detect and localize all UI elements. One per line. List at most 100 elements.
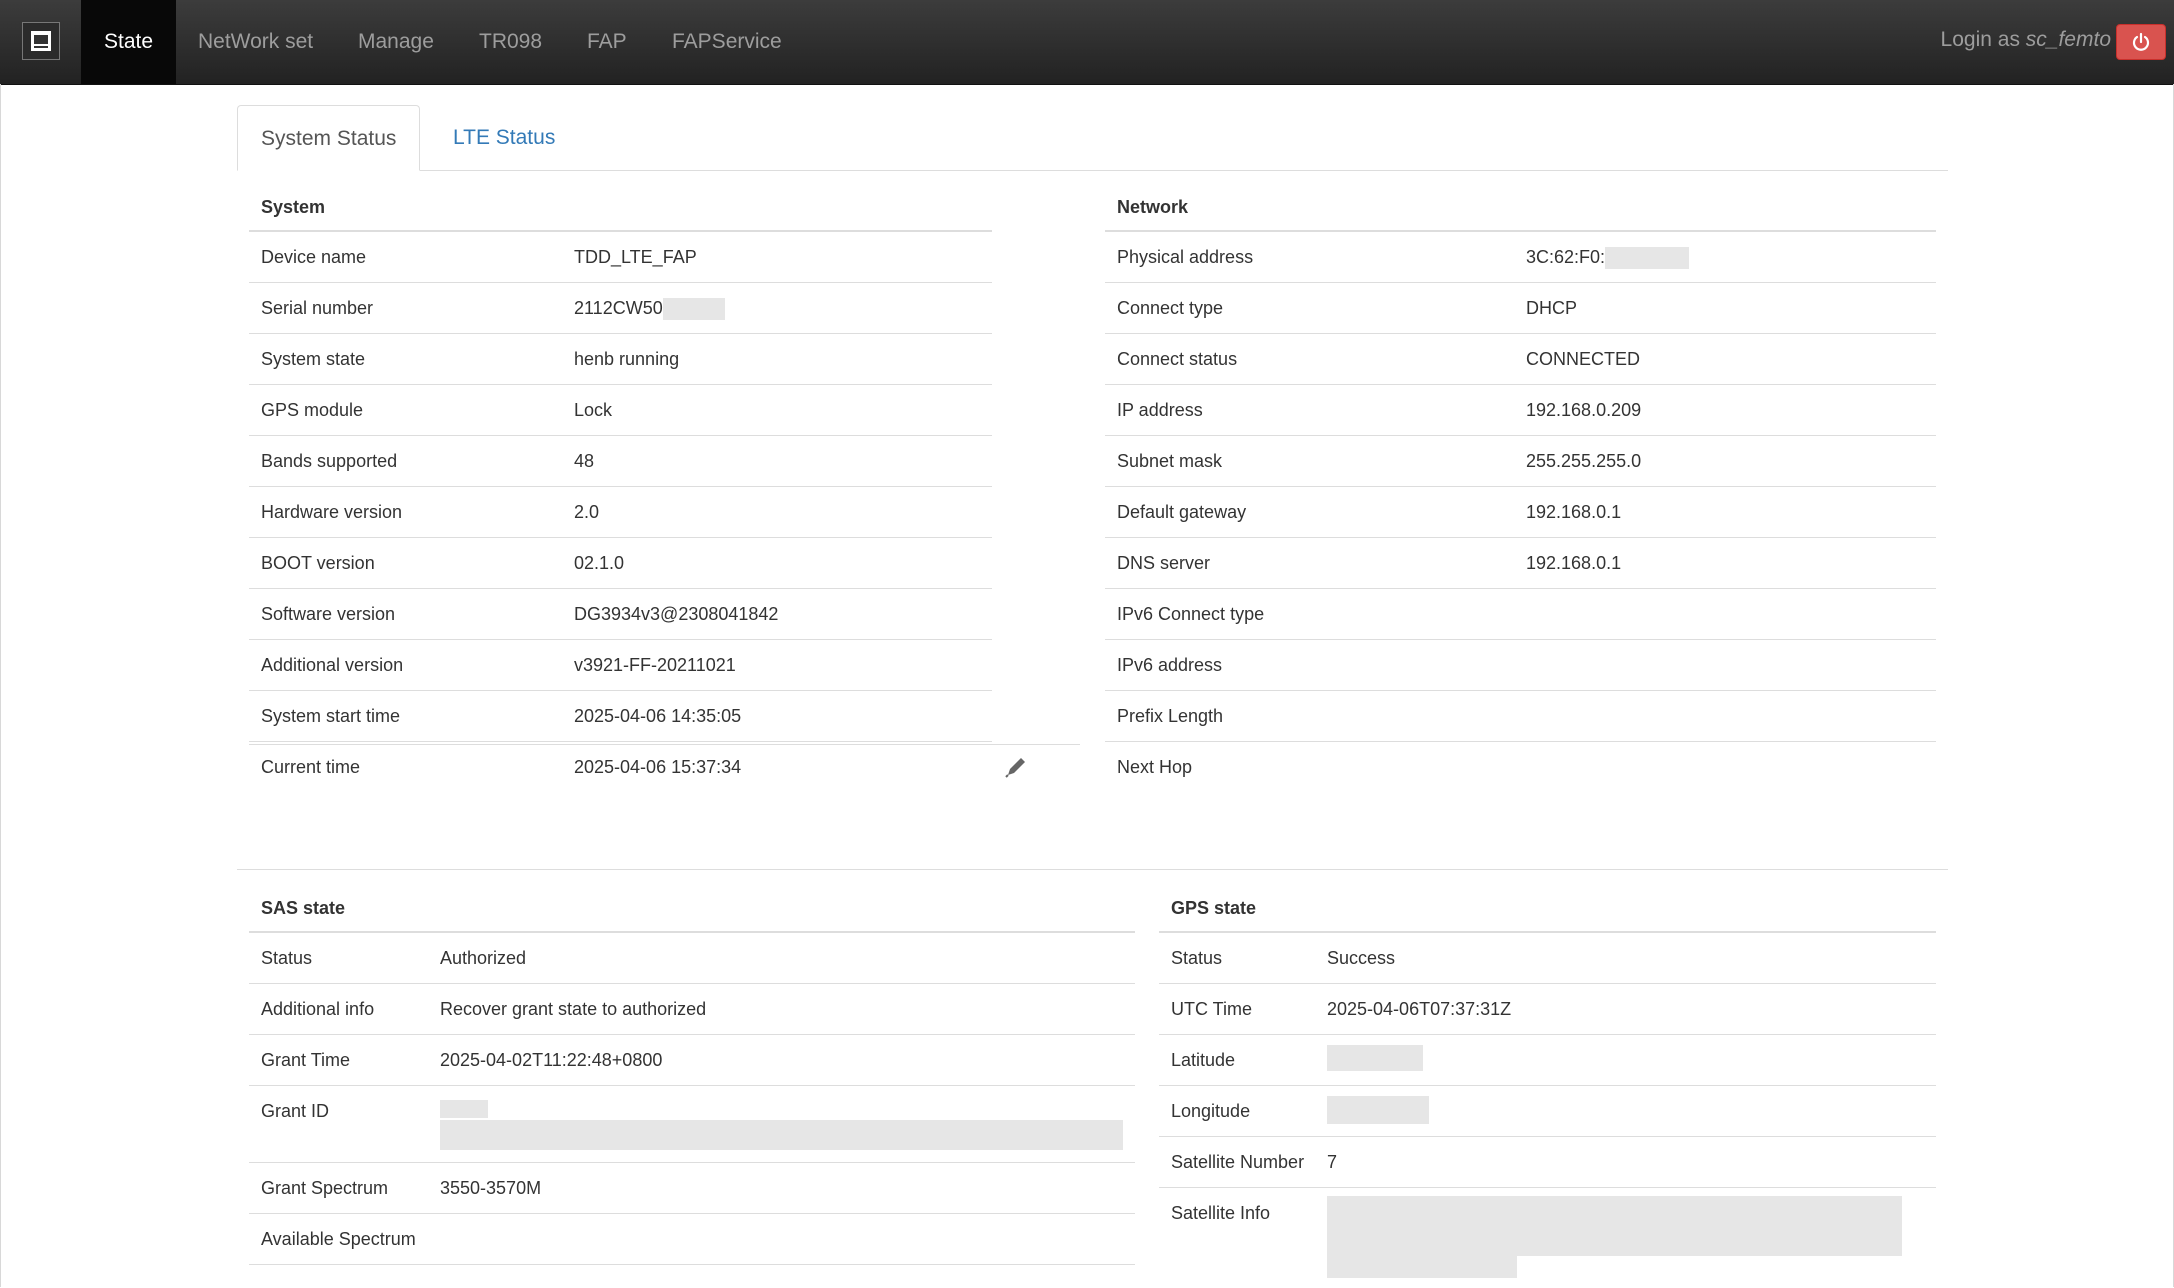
tab-system-status[interactable]: System Status [237, 105, 421, 171]
top-navbar: State NetWork set Manage TR098 FAP FAPSe… [0, 0, 2174, 85]
row-key: Available Spectrum [261, 1229, 416, 1249]
table-row: GPS module Lock [249, 385, 992, 436]
row-key: GPS module [261, 400, 364, 420]
table-row: Connect status CONNECTED [1105, 334, 1936, 385]
redacted-mask [1605, 247, 1690, 270]
row-key: Software version [261, 604, 396, 624]
row-value: CONNECTED [1526, 349, 1641, 369]
row-key: Grant Spectrum [261, 1178, 389, 1198]
row-key: Device name [261, 247, 367, 267]
table-row: Prefix Length [1105, 691, 1936, 742]
pencil-icon[interactable] [1002, 753, 1030, 781]
nav-fap[interactable]: FAP [564, 0, 650, 84]
table-row: Current time 2025-04-06 15:37:34 [249, 742, 1025, 793]
row-value: v3921-FF-20211021 [574, 655, 736, 675]
row-key: Physical address [1117, 247, 1254, 267]
row-key: Additional version [261, 655, 404, 675]
table-row: BOOT version 02.1.0 [249, 538, 992, 589]
table-row: Status Success [1159, 933, 1936, 984]
row-value: Success [1327, 948, 1396, 968]
table-row: Latitude [1159, 1035, 1936, 1086]
redacted-mask [1327, 1096, 1429, 1124]
table-row: Satellite Number 7 [1159, 1137, 1936, 1188]
row-key: Next Hop [1117, 757, 1193, 777]
nav-manage[interactable]: Manage [335, 0, 457, 84]
power-icon [2132, 32, 2150, 51]
page-edge-left [0, 84, 1, 1287]
table-row: Grant Time 2025-04-02T11:22:48+0800 [249, 1035, 1135, 1086]
table-row: Connect type DHCP [1105, 283, 1936, 334]
redacted-mask [440, 1100, 488, 1118]
redacted-mask [1327, 1045, 1423, 1071]
system-table-title: System [249, 182, 992, 232]
gps-state-table: GPS state Status Success UTC Time 2025-04-… [1159, 883, 1936, 1288]
login-username: sc_femto [2025, 28, 2111, 51]
table-row: Additional version v3921-FF-20211021 [249, 640, 992, 691]
row-value: 2025-04-02T11:22:48+0800 [440, 1050, 663, 1070]
row-key: Current time [261, 757, 361, 777]
row-key: DNS server [1117, 553, 1211, 573]
table-row: Subnet mask 255.255.255.0 [1105, 436, 1936, 487]
row-key: System start time [261, 706, 401, 726]
redacted-mask [440, 1120, 1123, 1150]
section-divider [237, 869, 1948, 870]
row-key: Grant ID [261, 1101, 330, 1121]
table-row: Hardware version 2.0 [249, 487, 992, 538]
row-key: Status [1171, 948, 1223, 968]
nav-state[interactable]: State [81, 0, 177, 84]
row-value: 2025-04-06T07:37:31Z [1327, 999, 1512, 1019]
table-row: IP address 192.168.0.209 [1105, 385, 1936, 436]
mac-address-text: 3C:62:F0: [1526, 247, 1606, 267]
row-value: TDD_LTE_FAP [574, 247, 697, 267]
row-value: 2025-04-06 15:37:34 [574, 757, 742, 777]
row-key: System state [261, 349, 366, 369]
row-key: BOOT version [261, 553, 375, 573]
table-row: Physical address 3C:62:F0: [1105, 232, 1936, 283]
network-table: Network Physical address 3C:62:F0: Connec… [1105, 182, 1936, 793]
network-table-title: Network [1105, 182, 1936, 232]
row-key: Longitude [1171, 1101, 1251, 1121]
table-row: Grant Spectrum 3550-3570M [249, 1163, 1135, 1214]
row-value: DG3934v3@2308041842 [574, 604, 779, 624]
table-row: Next Hop [1105, 742, 1936, 793]
status-tabs: System Status LTE Status [237, 105, 1948, 171]
table-row: Default gateway 192.168.0.1 [1105, 487, 1936, 538]
row-value: 192.168.0.1 [1526, 502, 1622, 522]
redacted-mask [1327, 1256, 1517, 1278]
table-row: Software version DG3934v3@2308041842 [249, 589, 992, 640]
row-value: Authorized [440, 948, 527, 968]
row-key: IPv6 Connect type [1117, 604, 1265, 624]
row-key: Default gateway [1117, 502, 1247, 522]
row-value: 255.255.255.0 [1526, 451, 1642, 471]
table-row: Satellite Info [1159, 1188, 1936, 1288]
row-key: IP address [1117, 400, 1203, 420]
table-row: Serial number 2112CW50 [249, 283, 992, 334]
row-key: UTC Time [1171, 999, 1252, 1019]
table-row: Device name TDD_LTE_FAP [249, 232, 992, 283]
gps-table-title: GPS state [1159, 883, 1936, 933]
row-value: 2.0 [574, 502, 600, 522]
row-value: henb running [574, 349, 680, 369]
table-row: IPv6 address [1105, 640, 1936, 691]
brand-logo-icon[interactable] [22, 22, 60, 60]
nav-fapservice[interactable]: FAPService [649, 0, 805, 84]
row-key: Prefix Length [1117, 706, 1224, 726]
nav-tr098[interactable]: TR098 [456, 0, 565, 84]
row-key: Connect status [1117, 349, 1238, 369]
system-table: System Device name TDD_LTE_FAP Serial num… [249, 182, 1025, 793]
tab-lte-status[interactable]: LTE Status [430, 105, 578, 170]
table-row: Additional info Recover grant state to au… [249, 984, 1135, 1035]
row-key: Status [261, 948, 313, 968]
logout-power-button[interactable] [2116, 24, 2166, 60]
row-value: 192.168.0.1 [1526, 553, 1622, 573]
serial-number-text: 2112CW50 [574, 298, 663, 318]
row-key: Serial number [261, 298, 374, 318]
table-row: Available Spectrum [249, 1214, 1135, 1265]
table-row: Grant ID [249, 1086, 1135, 1163]
sas-state-table: SAS state Status Authorized Additional in… [249, 883, 1135, 1265]
row-value: Lock [574, 400, 613, 420]
nav-network-set[interactable]: NetWork set [175, 0, 336, 84]
row-value: 2025-04-06 14:35:05 [574, 706, 742, 726]
row-value: DHCP [1526, 298, 1578, 318]
row-value: 3550-3570M [440, 1178, 542, 1198]
